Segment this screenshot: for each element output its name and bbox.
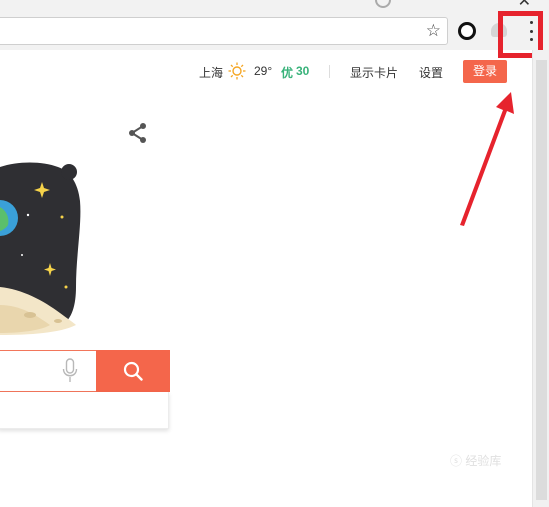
microphone-icon[interactable]: [62, 358, 78, 384]
nav-divider: [329, 65, 330, 78]
login-button[interactable]: 登录: [463, 60, 507, 83]
air-quality-value[interactable]: 30: [296, 64, 309, 78]
annotation-arrow: [460, 92, 514, 226]
scrollbar-thumb[interactable]: [536, 60, 547, 500]
air-quality-label[interactable]: 优: [281, 64, 293, 81]
star-icon[interactable]: ☆: [426, 21, 441, 41]
tab-loading-icon: [375, 0, 391, 8]
top-nav: 上海 29° 优 30 显示卡片 设置 登录: [0, 50, 532, 94]
browser-toolbar: ✕ ☆: [0, 0, 549, 50]
share-icon[interactable]: [127, 122, 149, 144]
close-icon[interactable]: ✕: [518, 0, 531, 11]
search-icon: [123, 361, 143, 381]
search-input[interactable]: [0, 350, 97, 392]
weather-city[interactable]: 上海: [199, 64, 223, 81]
show-cards-link[interactable]: 显示卡片: [350, 64, 398, 81]
weather-temperature[interactable]: 29°: [254, 64, 272, 78]
extension-o-icon[interactable]: [458, 22, 476, 40]
search-button[interactable]: [96, 350, 170, 392]
scrollbar[interactable]: [532, 50, 549, 507]
search-suggestions-panel: [0, 392, 169, 429]
sun-icon: [228, 62, 246, 80]
watermark: ⓢ 经验库: [450, 454, 502, 468]
address-bar[interactable]: ☆: [0, 17, 448, 45]
space-illustration[interactable]: [0, 155, 90, 340]
settings-link[interactable]: 设置: [419, 64, 443, 81]
